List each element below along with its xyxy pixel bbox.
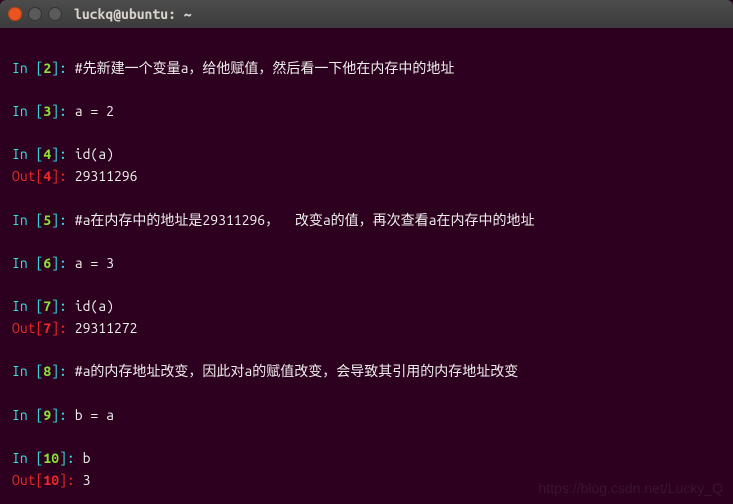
terminal-blank-line <box>12 383 721 405</box>
ipython-out-line: Out[4]: 29311296 <box>12 166 721 188</box>
terminal-blank-line <box>12 79 721 101</box>
terminal-blank-line <box>12 275 721 297</box>
ipython-in-line: In [3]: a = 2 <box>12 101 721 123</box>
terminal-blank-line <box>12 426 721 448</box>
ipython-in-line: In [9]: b = a <box>12 405 721 427</box>
ipython-in-line: In [5]: #a在内存中的地址是29311296， 改变a的值，再次查看a在… <box>12 210 721 232</box>
ipython-out-line: Out[10]: 3 <box>12 470 721 492</box>
window-titlebar: luckq@ubuntu: ~ <box>0 0 733 28</box>
ipython-in-line: In [7]: id(a) <box>12 296 721 318</box>
ipython-in-line: In [4]: id(a) <box>12 144 721 166</box>
terminal-blank-line <box>12 188 721 210</box>
maximize-icon[interactable] <box>48 7 62 21</box>
terminal-output[interactable]: In [2]: #先新建一个变量a，给他赋值，然后看一下他在内存中的地址 In … <box>0 28 733 504</box>
minimize-icon[interactable] <box>28 7 42 21</box>
ipython-in-line: In [2]: #先新建一个变量a，给他赋值，然后看一下他在内存中的地址 <box>12 58 721 80</box>
ipython-in-line: In [8]: #a的内存地址改变，因此对a的赋值改变，会导致其引用的内存地址改… <box>12 361 721 383</box>
terminal-blank-line <box>12 123 721 145</box>
terminal-blank-line <box>12 340 721 362</box>
close-icon[interactable] <box>8 7 22 21</box>
ipython-in-line: In [10]: b <box>12 448 721 470</box>
terminal-blank-line <box>12 36 721 58</box>
ipython-out-line: Out[7]: 29311272 <box>12 318 721 340</box>
window-title: luckq@ubuntu: ~ <box>74 6 192 22</box>
ipython-in-line: In [6]: a = 3 <box>12 253 721 275</box>
terminal-blank-line <box>12 491 721 504</box>
terminal-blank-line <box>12 231 721 253</box>
